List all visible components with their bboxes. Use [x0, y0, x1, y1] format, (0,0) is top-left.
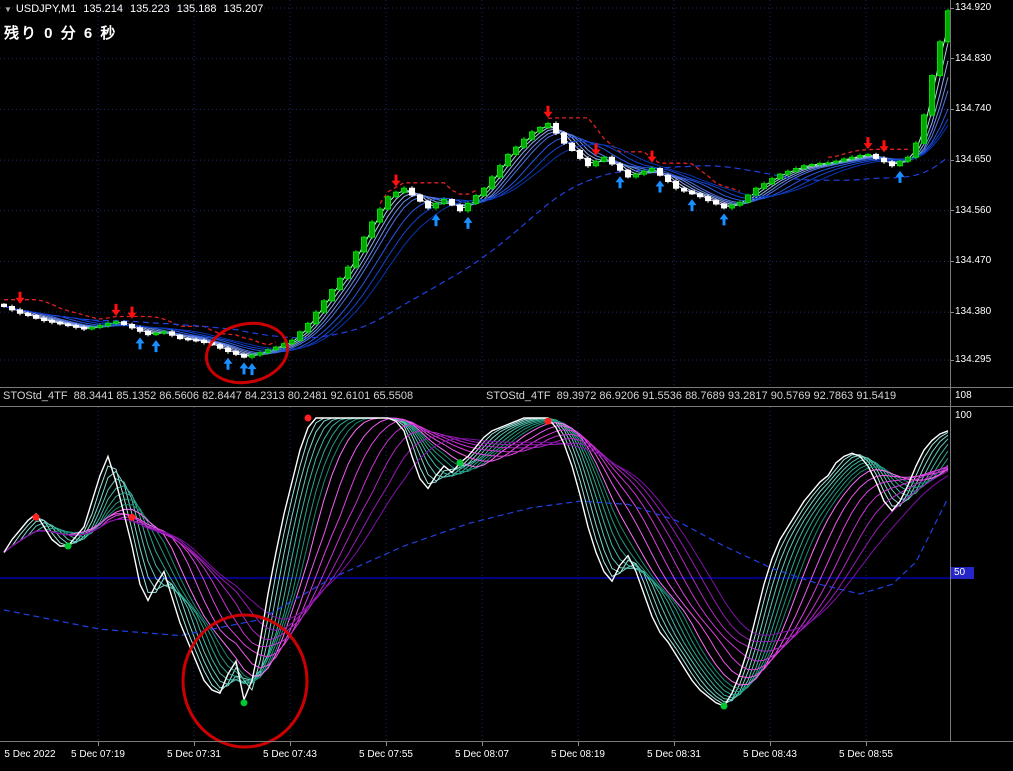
price-axis-label: 134.560	[955, 204, 992, 216]
indicator-name: STOStd_4TF	[3, 390, 68, 402]
time-axis-tick	[578, 742, 579, 746]
indicator-header-row: STOStd_4TF 88.3441 85.1352 86.5606 82.844…	[0, 389, 950, 406]
price-axis-label: 134.740	[955, 103, 992, 115]
time-axis-tick	[98, 742, 99, 746]
time-axis-label: 5 Dec 07:19	[71, 749, 125, 760]
quote-close: 135.207	[223, 3, 264, 15]
symbol-label: USDJPY,M1	[15, 3, 77, 15]
time-axis-label: 5 Dec 08:31	[647, 749, 701, 760]
indicator-scale-label: 50	[951, 567, 975, 579]
indicator-scale-label: 100	[955, 410, 972, 421]
time-axis-tick	[290, 742, 291, 746]
time-axis-label: 5 Dec 08:43	[743, 749, 797, 760]
symbol-dropdown-icon[interactable]: ▼	[4, 5, 12, 14]
indicator-scale-label: 108	[955, 390, 972, 401]
indicator-values: 88.3441 85.1352 86.5606 82.8447 84.2313 …	[73, 390, 414, 402]
red-trail-lines	[4, 117, 908, 346]
candles-layer	[1, 8, 951, 360]
price-axis-tick	[951, 260, 954, 262]
time-axis-tick	[482, 742, 483, 746]
candle-countdown-timer: 残り 0 分 6 秒	[4, 25, 118, 42]
price-axis-tick	[951, 159, 954, 161]
time-axis-tick	[770, 742, 771, 746]
slow-ma-dashed	[3, 156, 949, 339]
time-axis-tick	[674, 742, 675, 746]
price-axis-label: 134.470	[955, 255, 992, 267]
time-axis-label: 5 Dec 07:43	[263, 749, 317, 760]
stoch-teal-fan	[3, 417, 949, 705]
quote-low: 135.188	[176, 3, 217, 15]
stochastic-panel-canvas[interactable]	[0, 407, 951, 741]
time-axis-tick	[194, 742, 195, 746]
price-axis-tick	[951, 108, 954, 110]
price-axis-tick	[951, 311, 954, 313]
indicator-label-right: STOStd_4TF 89.3972 86.9206 91.5536 88.768…	[486, 390, 896, 402]
panel-separator-top[interactable]	[0, 387, 1013, 388]
time-axis-label: 5 Dec 08:55	[839, 749, 893, 760]
quote-high: 135.223	[130, 3, 170, 15]
time-axis-label: 5 Dec 08:19	[551, 749, 605, 760]
indicator-values: 89.3972 86.9206 91.5536 88.7689 93.2817 …	[556, 390, 897, 402]
time-axis-tick	[866, 742, 867, 746]
price-axis-tick	[951, 58, 954, 60]
price-axis-label: 134.650	[955, 154, 992, 166]
price-axis-divider	[950, 0, 951, 741]
price-axis-label: 134.920	[955, 2, 992, 13]
indicator-name: STOStd_4TF	[486, 390, 551, 402]
time-axis-label: 5 Dec 07:31	[167, 749, 221, 760]
quote-open: 135.214	[83, 3, 124, 15]
indicator-label-left: STOStd_4TF 88.3441 85.1352 86.5606 82.844…	[3, 390, 413, 402]
price-axis-label: 134.380	[955, 306, 992, 318]
price-axis-label: 134.830	[955, 52, 992, 64]
price-axis-tick	[951, 359, 954, 361]
time-axis-label: 5 Dec 08:07	[455, 749, 509, 760]
time-axis-label: 5 Dec 07:55	[359, 749, 413, 760]
price-axis-label: 134.295	[955, 354, 992, 365]
ma-ribbon	[3, 26, 949, 357]
price-axis-tick	[951, 7, 954, 9]
panel-separator-mid[interactable]	[0, 406, 1013, 407]
main-chart-canvas[interactable]	[0, 0, 951, 387]
mt4-chart-window: ▼ USDJPY,M1 135.214 135.223 135.188 135.207 残…	[0, 0, 1013, 771]
quote-info-bar: ▼ USDJPY,M1 135.214 135.223 135.188 135.207	[4, 3, 263, 15]
panel-separator-bottom[interactable]	[0, 741, 1013, 742]
price-axis-tick	[951, 210, 954, 212]
time-axis-label: 5 Dec 2022	[4, 749, 56, 760]
time-axis-tick	[386, 742, 387, 746]
